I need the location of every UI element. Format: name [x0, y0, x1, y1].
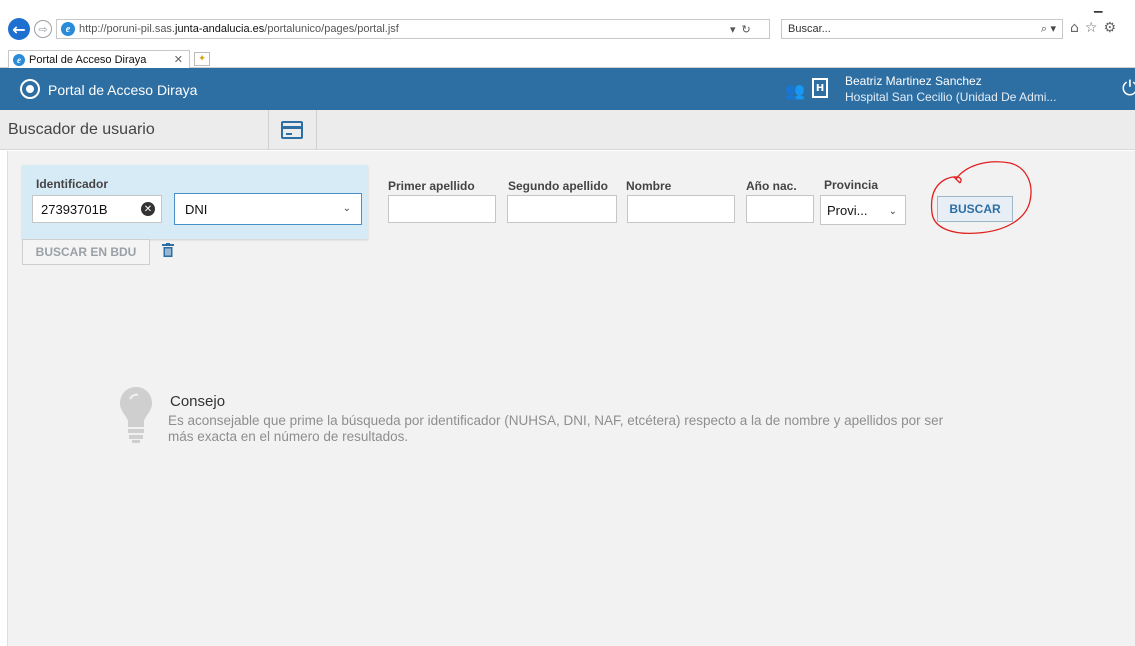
star-icon[interactable]: ☆: [1085, 20, 1098, 36]
id-type-select[interactable]: DNI ⌄: [174, 193, 362, 225]
main-content: Identificador 27393701B ✕ DNI ⌄ Primer a…: [8, 151, 1135, 646]
id-type-value: DNI: [185, 201, 208, 217]
provincia-label: Provincia: [824, 178, 879, 192]
primer-apellido-label: Primer apellido: [388, 179, 475, 193]
ie-icon: e: [61, 22, 75, 36]
card-icon[interactable]: [281, 121, 303, 139]
diraya-logo-icon: [20, 79, 40, 99]
home-icon[interactable]: ⌂: [1070, 20, 1079, 36]
tab-title: Portal de Acceso Diraya: [29, 53, 147, 66]
address-row: ▁ ← ⇨ e http://poruni-pil.sas. junta-anda…: [0, 0, 1135, 46]
browser-right-icons: ⌂ ☆ ⚙: [1070, 20, 1116, 36]
user-unit: Hospital San Cecilio (Unidad De Admi...: [845, 90, 1057, 104]
search-placeholder: Buscar...: [788, 23, 831, 35]
url-path: /portalunico/pages/portal.jsf: [264, 23, 399, 35]
left-edge: [0, 151, 8, 646]
nombre-label: Nombre: [626, 179, 672, 193]
identificador-input[interactable]: 27393701B ✕: [32, 195, 162, 223]
provincia-value: Provi...: [827, 202, 868, 218]
segundo-apellido-label: Segundo apellido: [508, 179, 609, 193]
provincia-select[interactable]: Provi... ⌄: [820, 195, 906, 225]
browser-tab[interactable]: e Portal de Acceso Diraya ✕: [8, 50, 190, 68]
nombre-input[interactable]: [627, 195, 735, 223]
ie-icon: e: [13, 53, 25, 66]
lightbulb-icon: [120, 387, 152, 443]
tip-text: Es aconsejable que prime la búsqueda por…: [168, 413, 944, 444]
power-icon[interactable]: ⏻: [1122, 76, 1135, 100]
refresh-icon[interactable]: ↻: [742, 23, 751, 36]
search-icon[interactable]: ⌕ ▾: [1041, 22, 1056, 36]
user-name: Beatriz Martinez Sanchez: [845, 74, 982, 88]
close-icon[interactable]: ✕: [174, 53, 183, 66]
url-prefix: http://poruni-pil.sas.: [79, 23, 175, 35]
browser-chrome: ▁ ← ⇨ e http://poruni-pil.sas. junta-anda…: [0, 0, 1135, 68]
sub-header: Buscador de usuario: [0, 110, 1135, 150]
back-arrow-icon[interactable]: ←: [8, 18, 30, 40]
tip-title: Consejo: [170, 393, 226, 410]
trash-icon[interactable]: [162, 243, 174, 257]
chevron-down-icon: ⌄: [888, 206, 897, 217]
anio-input[interactable]: [746, 195, 814, 223]
url-domain: junta-andalucia.es: [175, 23, 265, 35]
dropdown-icon[interactable]: ▾: [730, 23, 736, 36]
app-title: Portal de Acceso Diraya: [48, 82, 198, 98]
hospital-icon[interactable]: H: [812, 78, 828, 98]
primer-apellido-input[interactable]: [388, 195, 496, 223]
chevron-down-icon: ⌄: [342, 203, 351, 214]
divider: [316, 110, 317, 150]
forward-arrow-icon[interactable]: ⇨: [34, 20, 52, 38]
address-actions: ▾ ↻: [730, 19, 751, 39]
new-tab-icon[interactable]: ✦: [194, 52, 210, 66]
identificador-label: Identificador: [36, 177, 109, 191]
buscar-button[interactable]: BUSCAR: [937, 196, 1013, 222]
clear-icon[interactable]: ✕: [141, 202, 155, 216]
identificador-value: 27393701B: [41, 201, 108, 217]
divider: [268, 110, 269, 150]
address-bar[interactable]: e http://poruni-pil.sas. junta-andalucia.…: [56, 19, 770, 39]
page-title: Buscador de usuario: [8, 121, 155, 138]
buscar-bdu-button[interactable]: BUSCAR EN BDU: [22, 239, 150, 265]
identifier-panel: Identificador 27393701B ✕ DNI ⌄: [22, 165, 368, 239]
minimize-icon[interactable]: ▁: [1094, 0, 1102, 13]
anio-label: Año nac.: [746, 179, 797, 193]
segundo-apellido-input[interactable]: [507, 195, 617, 223]
people-icon[interactable]: 👥: [785, 81, 805, 100]
tab-row: e Portal de Acceso Diraya ✕ ✦: [0, 46, 1135, 68]
app-header: Portal de Acceso Diraya 👥 H Beatriz Mart…: [0, 68, 1135, 110]
gear-icon[interactable]: ⚙: [1103, 20, 1116, 36]
browser-search-input[interactable]: Buscar... ⌕ ▾: [781, 19, 1063, 39]
